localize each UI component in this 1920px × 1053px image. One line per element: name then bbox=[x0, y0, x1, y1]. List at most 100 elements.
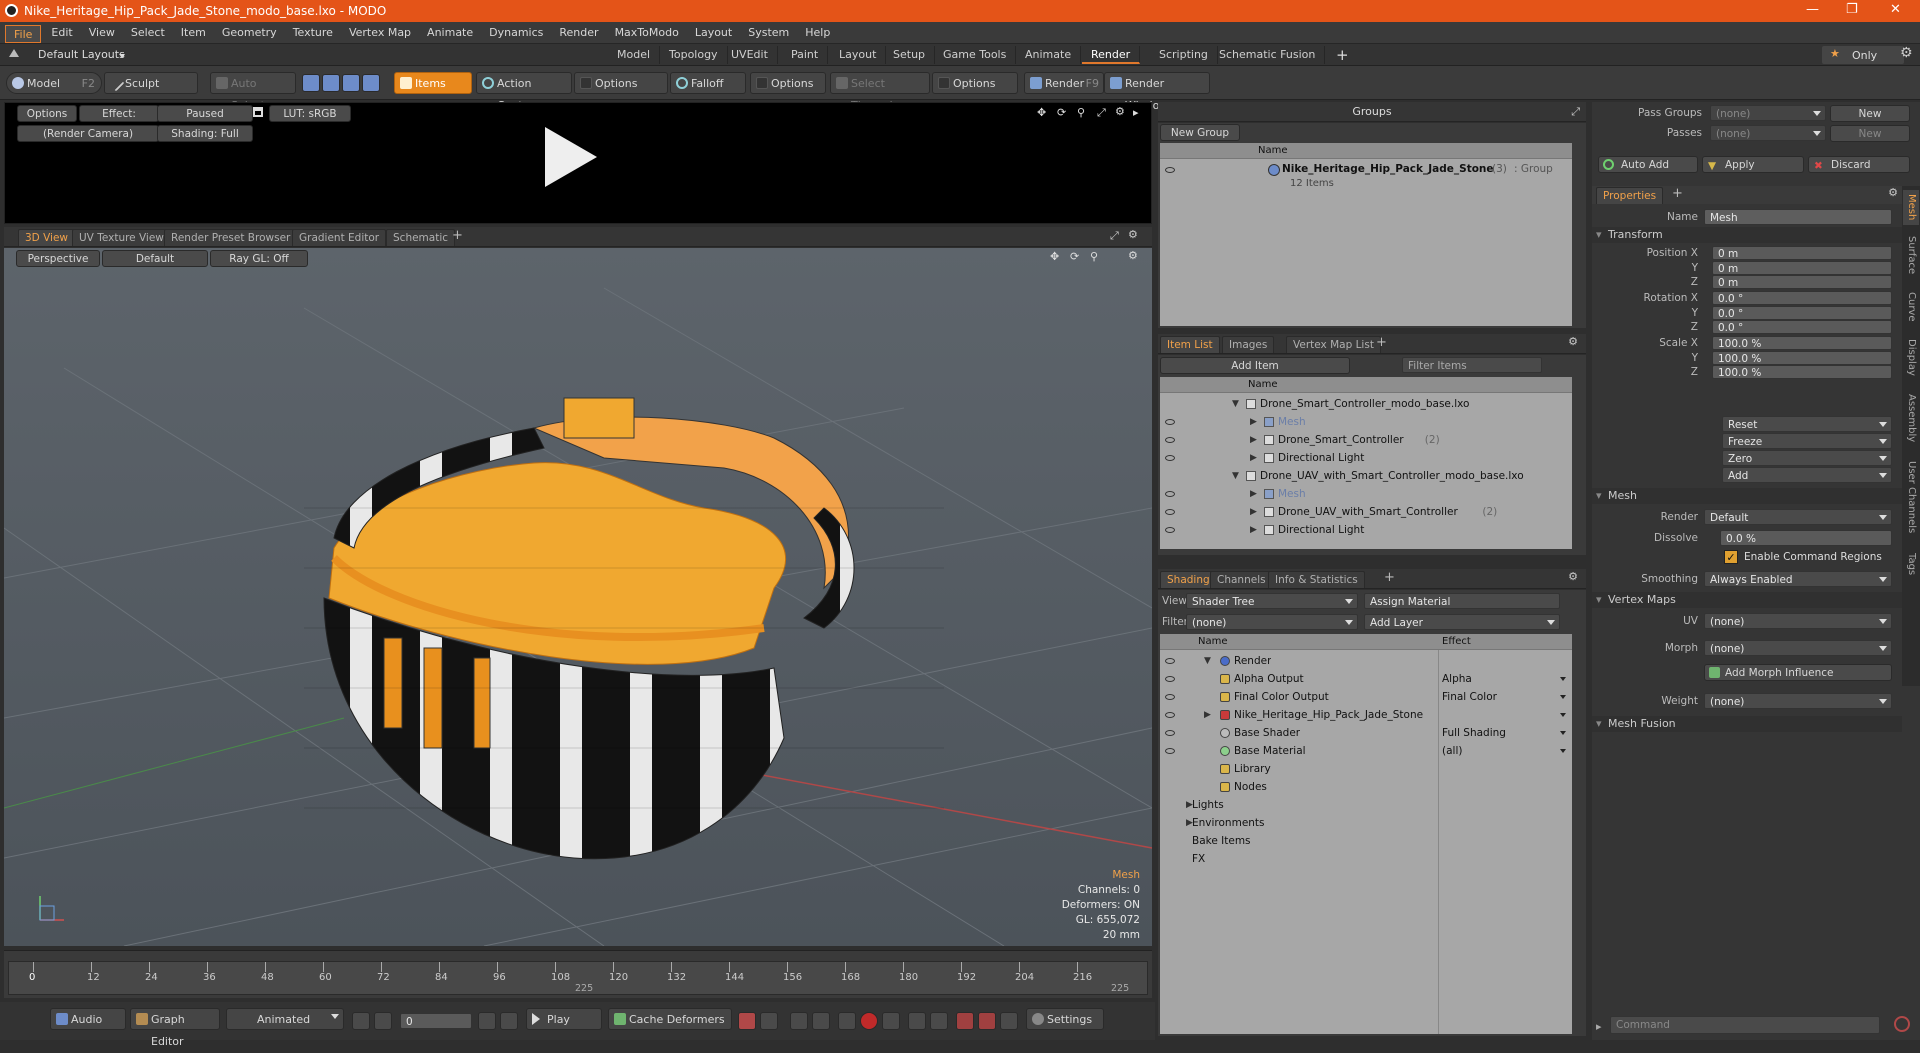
maximize-panel-icon[interactable]: ⤢ bbox=[1571, 102, 1580, 122]
tab-vertex-map-list[interactable]: Vertex Map List bbox=[1286, 336, 1381, 353]
side-tab-assembly[interactable]: Assembly bbox=[1903, 389, 1919, 449]
tab-item-list[interactable]: Item List bbox=[1160, 336, 1220, 353]
view-dropdown[interactable]: Shader Tree bbox=[1186, 593, 1358, 609]
tab-images[interactable]: Images bbox=[1222, 336, 1275, 353]
rotation-z-input[interactable]: 0.0 ° bbox=[1712, 320, 1892, 334]
auto-key-icon[interactable] bbox=[760, 1012, 778, 1030]
dissolve-input[interactable]: 0.0 % bbox=[1720, 530, 1892, 546]
reset-dropdown[interactable]: Reset bbox=[1722, 416, 1892, 432]
new-pass-button[interactable]: New bbox=[1830, 125, 1910, 142]
shader-row[interactable]: ▼ Render bbox=[1160, 652, 1572, 670]
shader-effect-value[interactable]: (all) bbox=[1442, 742, 1462, 760]
tree-branch-icon[interactable]: ▶ bbox=[1250, 413, 1257, 431]
menu-file[interactable]: File bbox=[5, 24, 42, 43]
transform-section[interactable]: ▾ Transform bbox=[1592, 227, 1902, 243]
key-red-icon[interactable] bbox=[956, 1012, 974, 1030]
menu-edit[interactable]: Edit bbox=[43, 22, 80, 44]
name-input[interactable]: Mesh bbox=[1704, 209, 1892, 225]
scale-z-input[interactable]: 100.0 % bbox=[1712, 365, 1892, 379]
vertices-mode-icon[interactable] bbox=[302, 74, 320, 92]
tree-branch-icon[interactable]: ▶ bbox=[1250, 449, 1257, 467]
vertex-maps-section[interactable]: ▾ Vertex Maps bbox=[1592, 592, 1902, 608]
key-filter-icon[interactable] bbox=[882, 1012, 900, 1030]
key-extra-icon[interactable] bbox=[1000, 1012, 1018, 1030]
select-options-button[interactable]: Options bbox=[932, 72, 1018, 94]
freeze-dropdown[interactable]: Freeze bbox=[1722, 433, 1892, 449]
eye-icon[interactable] bbox=[1165, 676, 1175, 682]
eye-icon[interactable] bbox=[1165, 527, 1175, 533]
side-tab-curve[interactable]: Curve bbox=[1903, 286, 1919, 327]
eye-icon[interactable] bbox=[1165, 748, 1175, 754]
shader-row[interactable]: ▶ Nike_Heritage_Hip_Pack_Jade_Stone bbox=[1160, 706, 1572, 724]
tab-render-preset-browser[interactable]: Render Preset Browser bbox=[164, 229, 298, 246]
menu-help[interactable]: Help bbox=[797, 22, 838, 44]
zero-dropdown[interactable]: Zero bbox=[1722, 450, 1892, 466]
scale-x-input[interactable]: 100.0 % bbox=[1712, 336, 1892, 350]
shader-row[interactable]: Base Shader Full Shading bbox=[1160, 724, 1572, 742]
side-tab-surface[interactable]: Surface bbox=[1903, 229, 1919, 282]
action-options-button[interactable]: Options bbox=[574, 72, 668, 94]
add-tab-icon[interactable]: + bbox=[1672, 186, 1683, 201]
cache-deformers-button[interactable]: Cache Deformers bbox=[608, 1008, 732, 1030]
eye-icon[interactable] bbox=[1165, 437, 1175, 443]
eye-icon[interactable] bbox=[1165, 712, 1175, 718]
model-mode-button[interactable]: Model F2 bbox=[6, 72, 102, 94]
smoothing-dropdown[interactable]: Always Enabled bbox=[1704, 571, 1892, 587]
menu-dynamics[interactable]: Dynamics bbox=[481, 22, 551, 44]
list-item[interactable]: ▶ Mesh bbox=[1160, 485, 1572, 503]
menu-vertex-map[interactable]: Vertex Map bbox=[341, 22, 419, 44]
list-item[interactable]: ▼ Drone_Smart_Controller_modo_base.lxo bbox=[1160, 395, 1572, 413]
menu-select[interactable]: Select bbox=[123, 22, 173, 44]
timeline[interactable]: 0 12 24 36 48 60 72 84 96 108 120 132 144 156 168 180 19… bbox=[4, 950, 1152, 998]
render-button[interactable]: Render F9 bbox=[1024, 72, 1104, 94]
eye-icon[interactable] bbox=[1165, 509, 1175, 515]
chevron-down-icon[interactable] bbox=[1560, 749, 1566, 753]
layout-tab-scripting[interactable]: Scripting bbox=[1150, 46, 1218, 64]
side-tab-display[interactable]: Display bbox=[1903, 331, 1919, 384]
shader-effect-value[interactable]: Full Shading bbox=[1442, 724, 1506, 742]
prev-key-icon[interactable] bbox=[790, 1012, 808, 1030]
list-item[interactable]: ▶ Drone_Smart_Controller (2) bbox=[1160, 431, 1572, 449]
passes-dropdown[interactable]: (none) bbox=[1710, 125, 1826, 141]
shader-row[interactable]: ▶ Lights bbox=[1160, 796, 1572, 814]
menu-geometry[interactable]: Geometry bbox=[214, 22, 285, 44]
action-center-button[interactable]: Action Center bbox=[476, 72, 572, 112]
menu-render[interactable]: Render bbox=[551, 22, 606, 44]
maximize-view-icon[interactable]: ⤢ bbox=[1097, 106, 1106, 120]
expand-arrow-icon[interactable]: ▼ bbox=[1232, 467, 1239, 485]
shader-row[interactable]: Base Material (all) bbox=[1160, 742, 1572, 760]
filter-items-input[interactable]: Filter Items bbox=[1402, 357, 1542, 373]
falloff-button[interactable]: Falloff bbox=[670, 72, 746, 94]
panel-gear-icon[interactable]: ⚙ bbox=[1568, 335, 1578, 348]
prev-frame-icon[interactable] bbox=[374, 1012, 392, 1030]
menu-item[interactable]: Item bbox=[173, 22, 214, 44]
restore-icon[interactable]: ❐ bbox=[1846, 2, 1858, 17]
layout-tab-animate[interactable]: Animate bbox=[1016, 46, 1082, 64]
checkbox-icon[interactable]: ✓ bbox=[1724, 550, 1738, 564]
add-item-button[interactable]: Add Item bbox=[1160, 357, 1350, 374]
add-layout-icon[interactable]: + bbox=[1336, 46, 1349, 64]
animated-dropdown[interactable]: Animated bbox=[226, 1008, 344, 1030]
edges-mode-icon[interactable] bbox=[322, 74, 340, 92]
layout-tab-layout[interactable]: Layout bbox=[830, 46, 887, 64]
play-button[interactable]: Play bbox=[526, 1008, 602, 1030]
timeline-track[interactable]: 0 12 24 36 48 60 72 84 96 108 120 132 144 156 168 180 19… bbox=[8, 961, 1148, 995]
layout-tab-paint[interactable]: Paint bbox=[782, 46, 829, 64]
list-item[interactable]: ▶ Mesh bbox=[1160, 413, 1572, 431]
shading-filter-dropdown[interactable]: (none) bbox=[1186, 614, 1358, 630]
expand-arrow-icon[interactable]: ▼ bbox=[1204, 652, 1211, 670]
last-frame-icon[interactable] bbox=[500, 1012, 518, 1030]
shading-dropdown[interactable]: Shading: Full bbox=[157, 125, 253, 142]
menu-system[interactable]: System bbox=[740, 22, 797, 44]
select-through-button[interactable]: Select Through bbox=[830, 72, 930, 112]
list-item[interactable]: ▶ Directional Light bbox=[1160, 521, 1572, 539]
uv-dropdown[interactable]: (none) bbox=[1704, 613, 1892, 629]
add-layer-dropdown[interactable]: Add Layer bbox=[1364, 614, 1560, 630]
graph-editor-button[interactable]: Graph Editor bbox=[130, 1008, 220, 1048]
next-frame-icon[interactable] bbox=[478, 1012, 496, 1030]
viewport-3d[interactable]: Perspective Default Ray GL: Off ✥ ⟳ ⚲ ⚙ bbox=[4, 248, 1152, 946]
menu-maxtomodo[interactable]: MaxToModo bbox=[607, 22, 687, 44]
render-window-button[interactable]: Render Window bbox=[1104, 72, 1210, 112]
add-tab-icon[interactable]: + bbox=[1384, 570, 1395, 585]
layout-tab-model[interactable]: Model bbox=[608, 46, 661, 64]
